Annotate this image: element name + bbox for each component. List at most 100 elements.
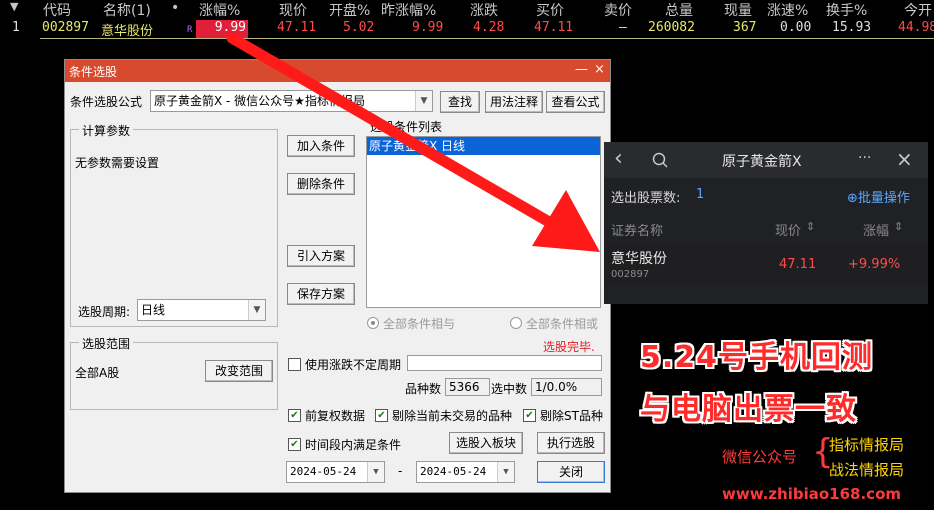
col-cur-volume[interactable]: 现量 [724, 0, 752, 20]
date-to-picker[interactable]: 2024-05-24 ▼ [416, 461, 515, 483]
col-ask[interactable]: 卖价 [604, 0, 632, 20]
row-bid: 47.11 [534, 20, 574, 35]
col-change[interactable]: 涨跌 [470, 0, 498, 20]
change-scope-button[interactable]: 改变范围 [205, 360, 273, 382]
formula-select-value: 原子黄金箭X - 微信公众号★指标情报局 [154, 94, 365, 108]
col-open[interactable]: 今开 [904, 0, 932, 20]
row-underline [40, 38, 934, 39]
import-plan-button[interactable]: 引入方案 [287, 245, 355, 267]
more-icon[interactable]: ··· [858, 150, 871, 166]
count-value: 1 [696, 187, 705, 202]
wechat-label: 微信公众号 [722, 448, 798, 466]
dialog-title-bar[interactable]: 条件选股 — × [65, 60, 610, 82]
search-icon[interactable] [652, 152, 668, 168]
radio-or[interactable] [510, 317, 522, 329]
exclude-st-checkbox[interactable]: ✔ [523, 409, 536, 422]
delete-condition-button[interactable]: 删除条件 [287, 173, 355, 195]
col-change-pct[interactable]: 涨幅% [199, 0, 240, 20]
radio-and[interactable] [367, 317, 379, 329]
row-cur-volume: 367 [733, 20, 757, 35]
row-ask: – [619, 20, 627, 35]
use-range-checkbox[interactable] [288, 358, 301, 371]
date-from-picker[interactable]: 2024-05-24 ▼ [286, 461, 385, 483]
count-label: 品种数 [405, 382, 442, 396]
exclude-halt-checkbox[interactable]: ✔ [375, 409, 388, 422]
run-screening-button[interactable]: 执行选股 [537, 432, 605, 454]
formula-select[interactable]: 原子黄金箭X - 微信公众号★指标情报局 ▼ [150, 90, 433, 112]
close-button[interactable]: 关闭 [537, 461, 605, 483]
quote-header: ▼ 代码 名称(1) • 涨幅% 现价 开盘% 昨涨幅% 涨跌 买价 卖价 总量… [0, 0, 934, 20]
phone-close-icon[interactable]: × [896, 147, 913, 171]
date-to-value: 2024-05-24 [420, 465, 487, 478]
dialog-close-icon[interactable]: × [594, 62, 605, 77]
promo-line-2: 与电脑出票一致 [640, 392, 857, 427]
dialog-title: 条件选股 [69, 65, 118, 79]
stock-screening-dialog: 条件选股 — × 条件选股公式 原子黄金箭X - 微信公众号★指标情报局 ▼ 查… [64, 59, 611, 493]
sort-dropdown-icon[interactable]: ▼ [10, 0, 18, 13]
count-value-text: 5366 [449, 380, 480, 394]
add-condition-button[interactable]: 加入条件 [287, 135, 355, 157]
row-tag: R [187, 25, 193, 35]
promo-url: www.zhibiao168.com [722, 485, 902, 503]
col-bid[interactable]: 买价 [536, 0, 564, 20]
chevron-down-icon[interactable]: ▼ [415, 91, 432, 111]
stock-name: 意华股份 [611, 251, 667, 267]
search-button[interactable]: 查找 [440, 91, 480, 113]
add-to-block-button[interactable]: 选股入板块 [449, 432, 523, 454]
row-index: 1 [12, 20, 20, 35]
quote-row[interactable]: 1 002897 意华股份 R 9.99 47.11 5.02 9.99 4.2… [0, 20, 934, 40]
row-name: 意华股份 [101, 24, 154, 39]
status-text: 选股完毕. [543, 340, 595, 354]
time-range-checkbox[interactable]: ✔ [288, 438, 301, 451]
period-label: 选股周期: [78, 305, 131, 319]
count-value: 5366 [445, 378, 490, 396]
chevron-down-icon[interactable]: ▼ [367, 462, 384, 482]
selected-value: 1/0.0% [531, 378, 602, 396]
period-select[interactable]: 日线 ▼ [137, 299, 266, 321]
batch-operation-button[interactable]: ⊕批量操作 [847, 187, 910, 206]
row-open: 44.98 [898, 20, 934, 35]
col-name[interactable]: 名称(1) [103, 0, 151, 20]
row-volume: 260082 [648, 20, 695, 35]
stock-code: 002897 [611, 269, 650, 280]
exclude-halt-label: 剔除当前未交易的品种 [392, 409, 513, 423]
col-turnover[interactable]: 换手% [826, 0, 867, 20]
exclude-st-label: 剔除ST品种 [540, 409, 603, 423]
minimize-button[interactable]: — [575, 62, 588, 77]
row-speed: 0.00 [780, 20, 812, 35]
condition-list-label: 选股条件列表 [370, 120, 443, 134]
prev-adjust-label: 前复权数据 [305, 409, 366, 423]
formula-label: 条件选股公式 [70, 95, 143, 109]
date-from-value: 2024-05-24 [290, 465, 357, 478]
promo-item-2: 战法情报局 [829, 461, 905, 479]
col-price[interactable]: 现价 [775, 220, 801, 239]
col-open-pct[interactable]: 开盘% [329, 0, 370, 20]
col-speed[interactable]: 涨速% [767, 0, 808, 20]
chevron-down-icon[interactable]: ▼ [497, 462, 514, 482]
col-prev-change-pct[interactable]: 昨涨幅% [381, 0, 436, 20]
back-icon[interactable]: ‹ [614, 146, 623, 171]
result-row[interactable]: 意华股份 002897 47.11 +9.99% [604, 244, 928, 286]
save-plan-button[interactable]: 保存方案 [287, 283, 355, 305]
row-change: 4.28 [473, 20, 505, 35]
scope-group: 选股范围 全部A股 改变范围 [70, 335, 278, 410]
view-formula-button[interactable]: 查看公式 [546, 91, 605, 113]
prev-adjust-checkbox[interactable]: ✔ [288, 409, 301, 422]
col-volume[interactable]: 总量 [665, 0, 693, 20]
row-turnover: 15.93 [832, 20, 872, 35]
col-code[interactable]: 代码 [43, 0, 71, 20]
list-item[interactable]: 原子黄金箭X 日线 [367, 137, 600, 155]
condition-list[interactable]: 原子黄金箭X 日线 [366, 136, 601, 308]
range-input[interactable] [407, 355, 602, 371]
selected-label: 选中数 [491, 382, 528, 396]
no-params-text: 无参数需要设置 [75, 156, 160, 170]
col-change[interactable]: 涨幅 [863, 220, 889, 239]
stock-change: +9.99% [848, 257, 901, 272]
usage-notes-button[interactable]: 用法注释 [485, 91, 543, 113]
sort-icon[interactable]: ⇕ [894, 220, 903, 233]
scope-value: 全部A股 [75, 366, 120, 380]
chevron-down-icon[interactable]: ▼ [248, 300, 265, 320]
sort-icon[interactable]: ⇕ [806, 220, 815, 233]
col-price[interactable]: 现价 [279, 0, 307, 20]
row-code: 002897 [42, 20, 89, 35]
